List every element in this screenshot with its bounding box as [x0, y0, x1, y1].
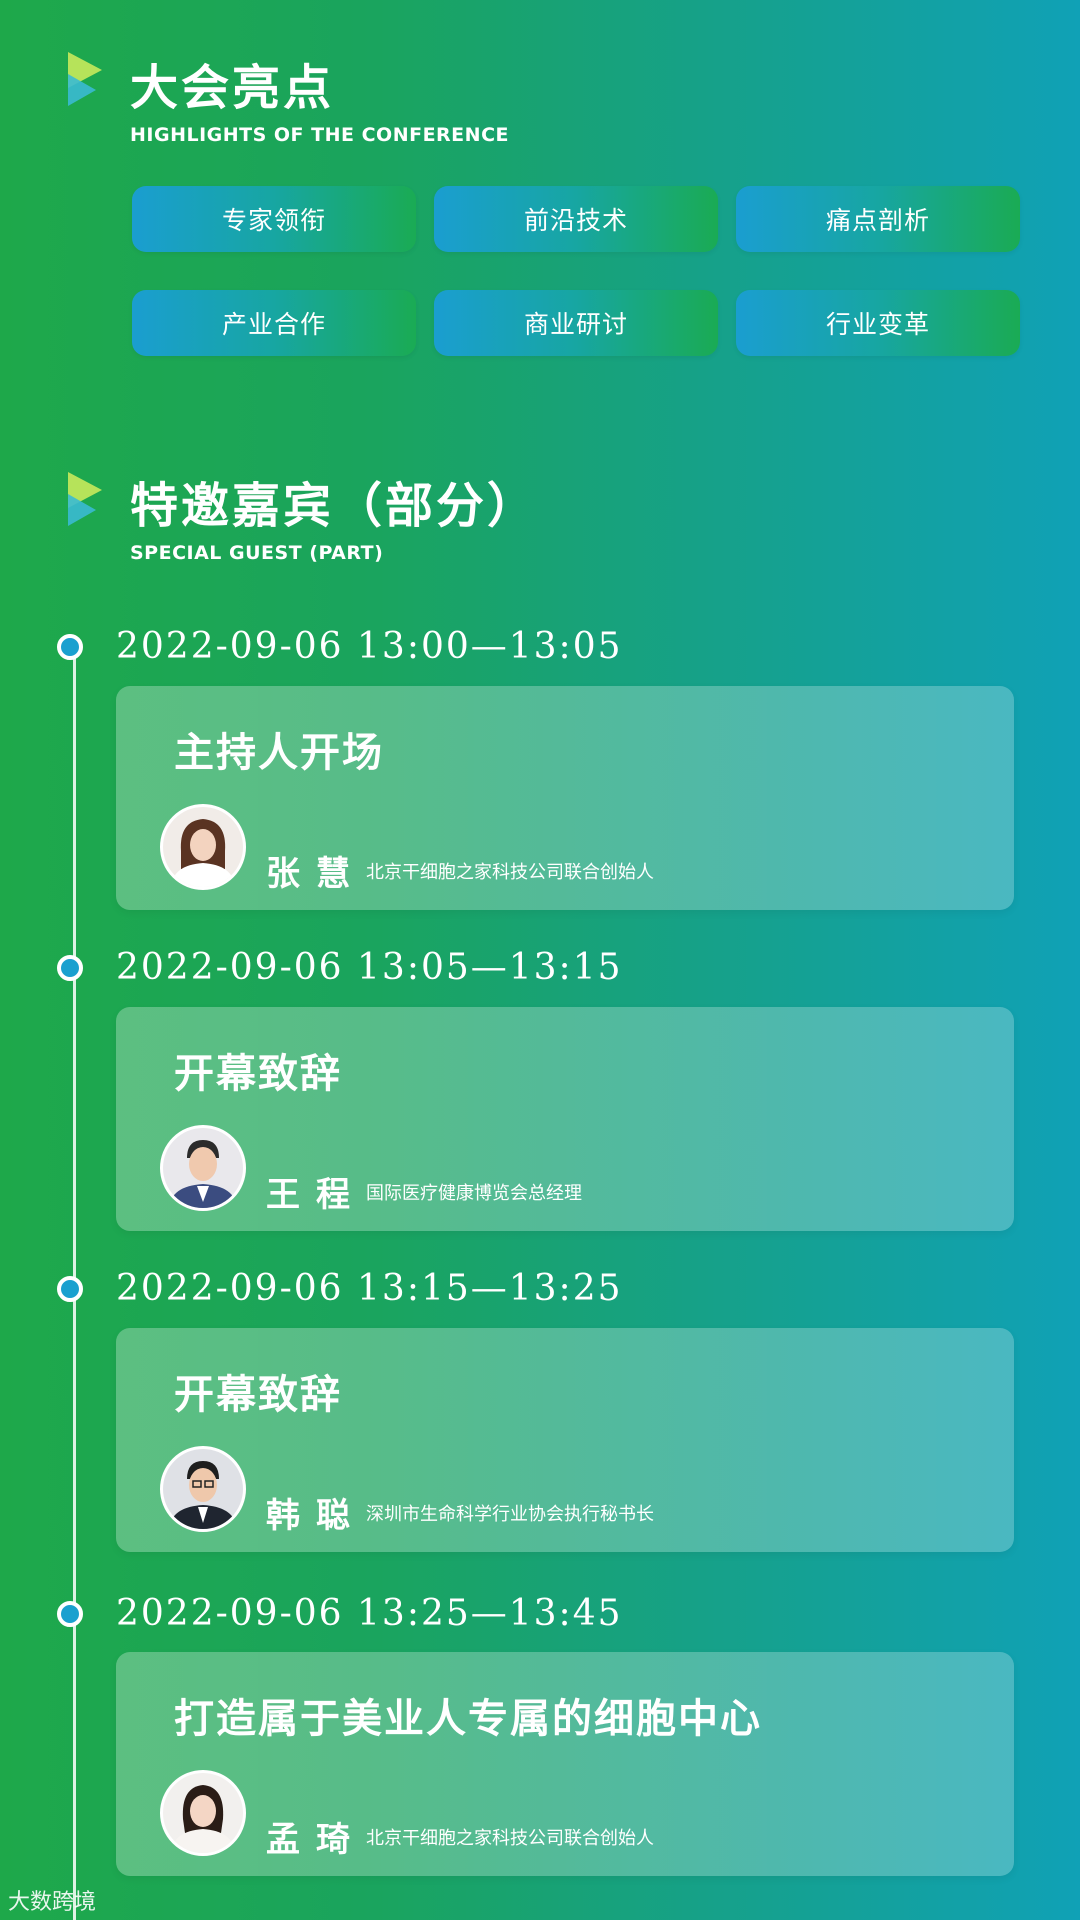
person-photo-icon — [163, 1449, 243, 1529]
session-card: 主持人开场 张慧 北京干细胞之家科技公司联合创始人 — [116, 686, 1014, 910]
highlight-pill: 行业变革 — [736, 290, 1020, 356]
highlight-pill: 商业研讨 — [434, 290, 718, 356]
session-title: 打造属于美业人专属的细胞中心 — [174, 1696, 762, 1742]
speaker-role: 国际医疗健康博览会总经理 — [366, 1183, 582, 1204]
speaker-name: 韩聪 — [266, 1496, 366, 1536]
highlight-pill: 专家领衔 — [132, 186, 416, 252]
timeline-dot — [57, 634, 83, 660]
session-card: 开幕致辞 王程 国际医疗健康博览会总经理 — [116, 1007, 1014, 1231]
speaker-avatar — [160, 1446, 246, 1532]
section-play-icon — [68, 472, 102, 526]
speaker-avatar — [160, 1770, 246, 1856]
session-title: 开幕致辞 — [174, 1051, 342, 1097]
session-title: 开幕致辞 — [174, 1372, 342, 1418]
highlight-pill: 痛点剖析 — [736, 186, 1020, 252]
speaker-role: 北京干细胞之家科技公司联合创始人 — [366, 862, 654, 883]
speaker-name: 王程 — [266, 1175, 366, 1215]
section-play-icon — [68, 52, 102, 106]
speaker-avatar — [160, 804, 246, 890]
person-photo-icon — [163, 1128, 243, 1208]
speaker-name: 张慧 — [266, 854, 366, 894]
speaker-role: 北京干细胞之家科技公司联合创始人 — [366, 1828, 654, 1849]
session-title: 主持人开场 — [174, 730, 384, 776]
highlights-title: 大会亮点 — [130, 60, 335, 116]
timeline-dot — [57, 1276, 83, 1302]
session-card: 开幕致辞 韩聪 深圳市生命科学行业协会执行秘书长 — [116, 1328, 1014, 1552]
speaker-name: 孟琦 — [266, 1820, 366, 1860]
session-time: 2022-09-06 13:15—13:25 — [116, 1268, 623, 1309]
session-time: 2022-09-06 13:00—13:05 — [116, 626, 623, 667]
speaker-avatar — [160, 1125, 246, 1211]
session-time: 2022-09-06 13:25—13:45 — [116, 1593, 623, 1634]
timeline-dot — [57, 1601, 83, 1627]
person-photo-icon — [163, 1773, 243, 1853]
session-time: 2022-09-06 13:05—13:15 — [116, 947, 623, 988]
guests-title: 特邀嘉宾（部分） — [130, 478, 539, 534]
guests-subtitle: SPECIAL GUEST (PART) — [130, 542, 384, 564]
session-card: 打造属于美业人专属的细胞中心 孟琦 北京干细胞之家科技公司联合创始人 — [116, 1652, 1014, 1876]
person-photo-icon — [163, 807, 243, 887]
highlight-pill: 产业合作 — [132, 290, 416, 356]
highlight-pill: 前沿技术 — [434, 186, 718, 252]
watermark: 大数跨境 — [8, 1890, 97, 1915]
timeline-dot — [57, 955, 83, 981]
speaker-role: 深圳市生命科学行业协会执行秘书长 — [366, 1504, 654, 1525]
highlights-subtitle: HIGHLIGHTS OF THE CONFERENCE — [130, 124, 509, 146]
